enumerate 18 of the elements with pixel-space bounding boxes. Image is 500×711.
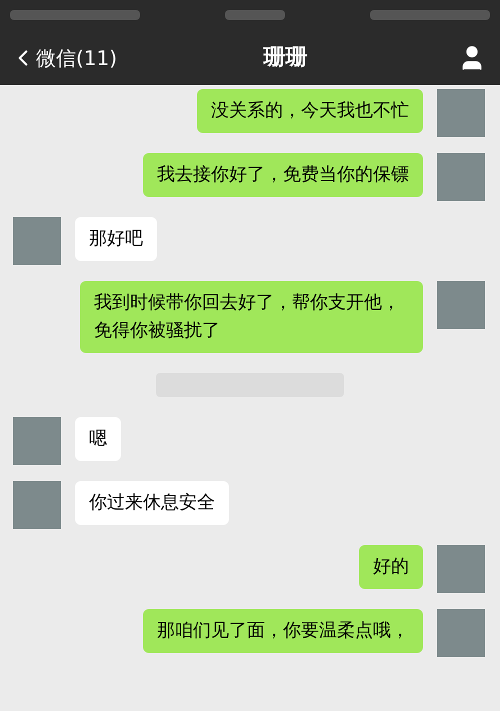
avatar-photo-placeholder [13, 417, 61, 465]
avatar-photo-placeholder [437, 89, 485, 137]
chat-title: 珊珊 [264, 44, 308, 72]
message-bubble: 嗯 [75, 417, 121, 461]
message-bubble: 你过来休息安全 [75, 481, 229, 525]
message-bubble: 没关系的，今天我也不忙 [197, 89, 423, 133]
avatar-photo-placeholder [437, 609, 485, 657]
message-bubble: 我去接你好了，免费当你的保镖 [143, 153, 423, 197]
avatar-photo-placeholder [437, 153, 485, 201]
message-bubble: 那咱们见了面，你要温柔点哦， [143, 609, 423, 653]
avatar-photo-placeholder [437, 281, 485, 329]
back-button[interactable]: 微信(11) [10, 42, 118, 72]
message-bubble: 那好吧 [75, 217, 157, 261]
message-bubble: 我到时候带你回去好了，帮你支开他，免得你被骚扰了 [80, 281, 423, 353]
avatar-photo-placeholder [13, 481, 61, 529]
message-bubble: 好的 [359, 545, 423, 589]
avatar-photo-placeholder [437, 545, 485, 593]
avatar-photo-placeholder [13, 217, 61, 265]
